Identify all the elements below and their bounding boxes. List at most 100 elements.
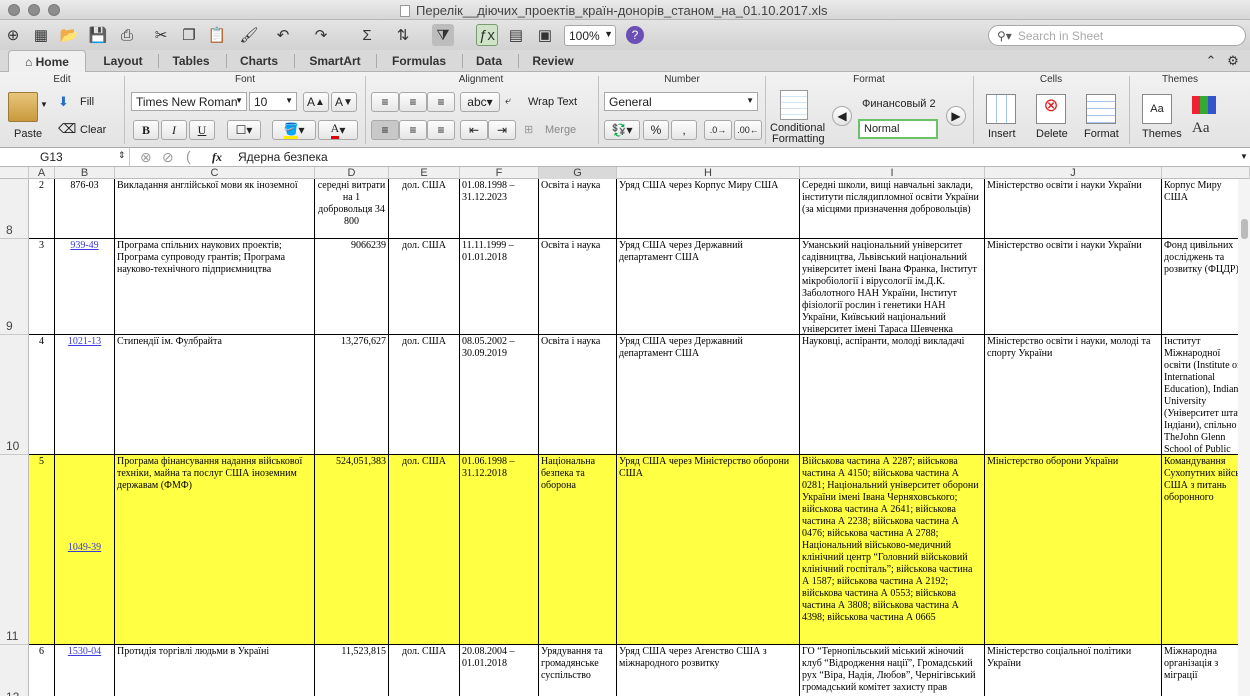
help-icon[interactable]: ? — [626, 26, 644, 44]
cell-b[interactable]: 939-49 — [55, 239, 115, 335]
styles-next-icon[interactable]: ▶ — [946, 106, 966, 126]
row-header[interactable]: 8 — [0, 179, 29, 239]
cell-d[interactable]: 11,523,815 — [315, 645, 389, 696]
cell-c[interactable]: Викладання англійської мови як іноземної — [115, 179, 315, 239]
cut-icon[interactable]: ✂ — [150, 24, 172, 46]
confirm-icon[interactable]: ⊘ — [162, 149, 174, 166]
cell-e[interactable]: дол. США — [389, 239, 460, 335]
delete-cells-icon[interactable]: ⊗ — [1036, 94, 1066, 124]
cell-k[interactable]: Інститут Міжнародної освіти (Institute o… — [1162, 335, 1250, 455]
cell-c[interactable]: Протидія торгівлі людьми в Україні — [115, 645, 315, 696]
minimize-window-button[interactable] — [28, 4, 40, 16]
gear-icon[interactable]: ⚙ — [1222, 50, 1244, 72]
cell-c[interactable]: Стипендії ім. Фулбрайта — [115, 335, 315, 455]
delete-button[interactable]: Delete — [1036, 128, 1068, 140]
number-format-select[interactable]: General ▼ — [604, 92, 758, 111]
cell-b[interactable]: 1530-04 — [55, 645, 115, 696]
column-header-g[interactable]: G — [539, 167, 617, 179]
project-link[interactable]: 939-49 — [70, 240, 98, 251]
cell-j[interactable]: Міністерство освіти і науки України — [985, 179, 1162, 239]
cell-d[interactable]: 524,051,383 — [315, 455, 389, 645]
save-icon[interactable]: 💾 — [87, 24, 109, 46]
styles-prev-icon[interactable]: ◀ — [832, 106, 852, 126]
tab-layout[interactable]: Layout — [92, 50, 154, 72]
project-link[interactable]: 1049-39 — [68, 542, 101, 553]
paste-icon[interactable]: 📋 — [206, 24, 228, 46]
column-header-c[interactable]: C — [115, 167, 315, 179]
cell-f[interactable]: 11.11.1999 – 01.01.2018 — [460, 239, 539, 335]
cell-h[interactable]: Уряд США через Державний департамент США — [617, 335, 800, 455]
theme-fonts-button[interactable]: Aa — [1192, 120, 1210, 137]
tab-data[interactable]: Data — [466, 50, 512, 72]
percent-icon[interactable]: % — [643, 120, 669, 140]
increase-indent-icon[interactable]: ⇥ — [488, 120, 516, 140]
cell-i[interactable]: Уманський національний університет садів… — [800, 239, 985, 335]
cell-i[interactable]: Науковці, аспіранти, молоді викладачі — [800, 335, 985, 455]
font-color-icon[interactable]: A ▾ — [318, 120, 358, 140]
insert-button[interactable]: Insert — [988, 128, 1016, 140]
column-header-f[interactable]: F — [460, 167, 539, 179]
templates-icon[interactable]: ▦ — [30, 24, 52, 46]
cell-f[interactable]: 01.06.1998 – 31.12.2018 — [460, 455, 539, 645]
decrease-font-icon[interactable]: A ▼ — [331, 92, 357, 112]
cell-k[interactable]: Міжнародна організація з міграції — [1162, 645, 1250, 696]
tab-tables[interactable]: Tables — [162, 50, 220, 72]
cell-c[interactable]: Програма спільних наукових проектів; Про… — [115, 239, 315, 335]
cell-b[interactable]: 876-03 — [55, 179, 115, 239]
cell-h[interactable]: Уряд США через Корпус Миру США — [617, 179, 800, 239]
clipboard-icon[interactable] — [8, 92, 38, 122]
insert-cells-icon[interactable] — [986, 94, 1016, 124]
italic-button[interactable]: I — [161, 120, 187, 140]
chevron-down-icon[interactable]: ▼ — [40, 100, 48, 109]
zoom-window-button[interactable] — [48, 4, 60, 16]
increase-decimal-icon[interactable]: .0→ — [704, 120, 732, 140]
collapse-ribbon-icon[interactable]: ⌃ — [1200, 50, 1222, 72]
increase-font-icon[interactable]: A ▲ — [303, 92, 329, 112]
cell-a[interactable]: 2 — [29, 179, 55, 239]
cell-k[interactable]: Командування Сухопутних військ США з пит… — [1162, 455, 1250, 645]
cell-d[interactable]: середні витрати на 1 добровольця 34 800 — [315, 179, 389, 239]
cell-a[interactable]: 5 — [29, 455, 55, 645]
toolbox-icon[interactable]: ▣ — [534, 24, 556, 46]
tab-charts[interactable]: Charts — [230, 50, 288, 72]
formula-input[interactable]: Ядерна безпека — [238, 150, 328, 164]
close-window-button[interactable] — [8, 4, 20, 16]
undo-icon[interactable]: ↶ — [272, 24, 294, 46]
font-name-select[interactable]: Times New Roman ▼ — [131, 92, 247, 111]
decrease-decimal-icon[interactable]: .00← — [734, 120, 762, 140]
cell-i[interactable]: ГО “Тернопільський міський жіночий клуб … — [800, 645, 985, 696]
cell-f[interactable]: 20.08.2004 – 01.01.2018 — [460, 645, 539, 696]
comma-style-icon[interactable]: , — [671, 120, 697, 140]
cell-a[interactable]: 4 — [29, 335, 55, 455]
cell-h[interactable]: Уряд США через Міністерство оборони США — [617, 455, 800, 645]
align-center-icon[interactable]: ≡ — [399, 120, 427, 140]
align-middle-icon[interactable]: ≡ — [399, 92, 427, 112]
cell-e[interactable]: дол. США — [389, 645, 460, 696]
cancel-icon[interactable]: ⊗ — [140, 149, 152, 166]
expand-formula-icon[interactable]: ▼ — [1240, 152, 1248, 161]
tab-home[interactable]: ⌂ Home — [8, 50, 86, 73]
bold-button[interactable]: B — [133, 120, 159, 140]
print-icon[interactable]: ⎙ — [116, 24, 138, 46]
project-link[interactable]: 1530-04 — [68, 646, 101, 657]
accounting-format-icon[interactable]: 💱▾ — [604, 120, 640, 140]
merge-button[interactable]: Merge — [545, 124, 576, 136]
new-icon[interactable]: ⊕ — [2, 24, 24, 46]
cell-e[interactable]: дол. США — [389, 455, 460, 645]
zoom-select[interactable]: 100% ▼ — [564, 25, 616, 46]
filter-icon[interactable]: ⧩ — [432, 24, 454, 46]
column-header-e[interactable]: E — [389, 167, 460, 179]
cell-g[interactable]: Національна безпека та оборона — [539, 455, 617, 645]
cell-g[interactable]: Урядування та громадянське суспільство — [539, 645, 617, 696]
format-cells-icon[interactable] — [1086, 94, 1116, 124]
themes-icon[interactable]: Aa — [1142, 94, 1172, 124]
row-header[interactable]: 10 — [0, 335, 29, 455]
paste-button[interactable]: Paste — [14, 128, 42, 140]
open-icon[interactable]: 📂 — [58, 24, 80, 46]
fill-color-icon[interactable]: 🪣 ▾ — [272, 120, 316, 140]
redo-icon[interactable]: ↷ — [310, 24, 332, 46]
clear-button[interactable]: Clear — [80, 124, 106, 136]
row-header[interactable]: 12 — [0, 645, 29, 696]
format-button[interactable]: Format — [1084, 128, 1119, 140]
cell-f[interactable]: 01.08.1998 – 31.12.2023 — [460, 179, 539, 239]
